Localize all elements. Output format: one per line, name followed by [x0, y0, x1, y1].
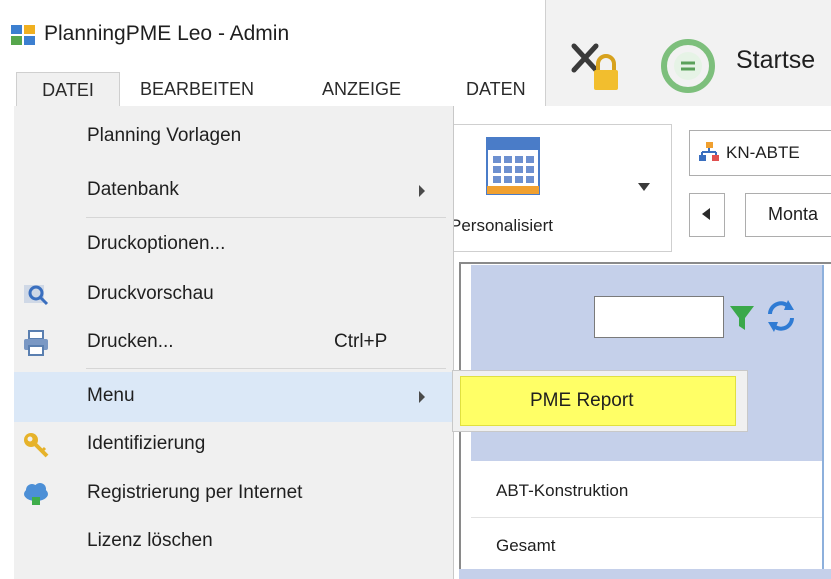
submenu-arrow-icon [419, 185, 425, 197]
filter-icon[interactable] [728, 302, 756, 334]
window-title: PlanningPME Leo - Admin [44, 22, 290, 45]
menu-item-label: Menu [87, 385, 135, 406]
org-chart-icon [699, 142, 719, 161]
menu-item-identifizierung[interactable]: Identifizierung [14, 420, 453, 470]
menu-daten[interactable]: DATEN [458, 72, 534, 106]
menu-datei[interactable]: DATEI [16, 72, 120, 107]
key-icon [24, 433, 49, 458]
start-page-icon[interactable] [660, 38, 716, 94]
menu-item-menu[interactable]: Menu [14, 372, 453, 422]
grid-search-input[interactable] [594, 296, 724, 338]
menu-item-label: Lizenz löschen [87, 530, 213, 551]
chevron-down-icon[interactable] [637, 182, 651, 192]
calendar-icon [486, 137, 540, 195]
app-logo-icon [11, 25, 35, 45]
menu-separator [86, 368, 446, 369]
menu-item-label: Identifizierung [87, 433, 206, 454]
printer-icon [24, 330, 48, 356]
view-personalisiert-label: Personalisiert [450, 216, 553, 235]
refresh-icon[interactable] [764, 296, 798, 336]
menu-item-label: Planning Vorlagen [87, 125, 242, 146]
menu-separator [86, 217, 446, 218]
start-page-label[interactable]: Startse [736, 46, 815, 75]
chevron-left-icon [702, 208, 710, 220]
grid-row-label[interactable]: Gesamt [496, 536, 556, 556]
menu-anzeige[interactable]: ANZEIGE [314, 72, 409, 106]
menu-item-label: Druckvorschau [87, 283, 214, 304]
submenu-arrow-icon [419, 391, 425, 403]
lock-icon[interactable] [570, 40, 626, 92]
row-divider [471, 517, 822, 518]
menu-item-label: Registrierung per Internet [87, 482, 303, 503]
menu-item-lizenz-loeschen[interactable]: Lizenz löschen [14, 517, 453, 567]
submenu-item-label: PME Report [530, 390, 634, 411]
grid-column-edge [822, 265, 831, 579]
print-preview-icon [24, 285, 49, 306]
menu-item-label: Druckoptionen... [87, 233, 226, 254]
menu-item-planning-vorlagen[interactable]: Planning Vorlagen [14, 112, 453, 162]
cloud-icon [24, 483, 48, 505]
menu-item-druckvorschau[interactable]: Druckvorschau [14, 270, 453, 320]
grid-row-label[interactable]: ABT-Konstruktion [496, 481, 628, 501]
grid-footer [459, 569, 831, 579]
menu-item-drucken[interactable]: Drucken... Ctrl+P [14, 318, 453, 368]
menu-item-shortcut: Ctrl+P [334, 331, 388, 352]
menu-item-label: Drucken... [87, 331, 174, 352]
menu-item-registrierung[interactable]: Registrierung per Internet [14, 469, 453, 519]
menu-item-label: Datenbank [87, 179, 179, 200]
department-value: KN-ABTE [726, 143, 800, 162]
menu-bearbeiten[interactable]: BEARBEITEN [132, 72, 262, 106]
menu-item-druckoptionen[interactable]: Druckoptionen... [14, 220, 453, 270]
menu-item-datenbank[interactable]: Datenbank [14, 166, 453, 216]
day-value: Monta [768, 204, 819, 224]
